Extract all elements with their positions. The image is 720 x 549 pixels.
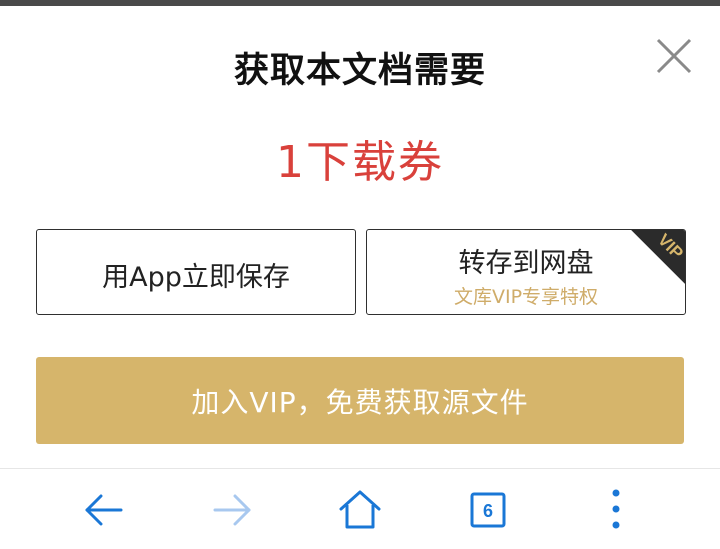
- dialog-title: 获取本文档需要: [233, 51, 486, 91]
- back-arrow-icon: [85, 494, 123, 526]
- forward-button[interactable]: [209, 487, 255, 533]
- top-status-strip: [0, 0, 720, 6]
- home-button[interactable]: [337, 487, 383, 533]
- tabs-button[interactable]: 6: [465, 487, 511, 533]
- home-icon: [339, 490, 381, 529]
- save-with-app-button[interactable]: 用App立即保存: [36, 229, 356, 315]
- browser-bottom-nav: 6: [0, 469, 720, 549]
- forward-arrow-icon: [213, 494, 251, 526]
- join-vip-label: 加入VIP，免费获取源文件: [191, 385, 529, 419]
- tab-count: 6: [483, 501, 493, 521]
- save-with-app-label: 用App立即保存: [102, 262, 290, 293]
- tabs-icon: 6: [470, 492, 506, 528]
- vip-corner-badge: VIP: [625, 230, 685, 290]
- more-menu-icon: [612, 489, 620, 529]
- join-vip-button[interactable]: 加入VIP，免费获取源文件: [36, 357, 684, 444]
- save-to-netdisk-button[interactable]: 转存到网盘 文库VIP专享特权 VIP: [366, 229, 686, 315]
- close-icon: [656, 38, 692, 74]
- more-menu-button[interactable]: [593, 487, 639, 533]
- back-button[interactable]: [81, 487, 127, 533]
- close-button[interactable]: [652, 34, 696, 78]
- price-text: 1下载券: [276, 137, 444, 188]
